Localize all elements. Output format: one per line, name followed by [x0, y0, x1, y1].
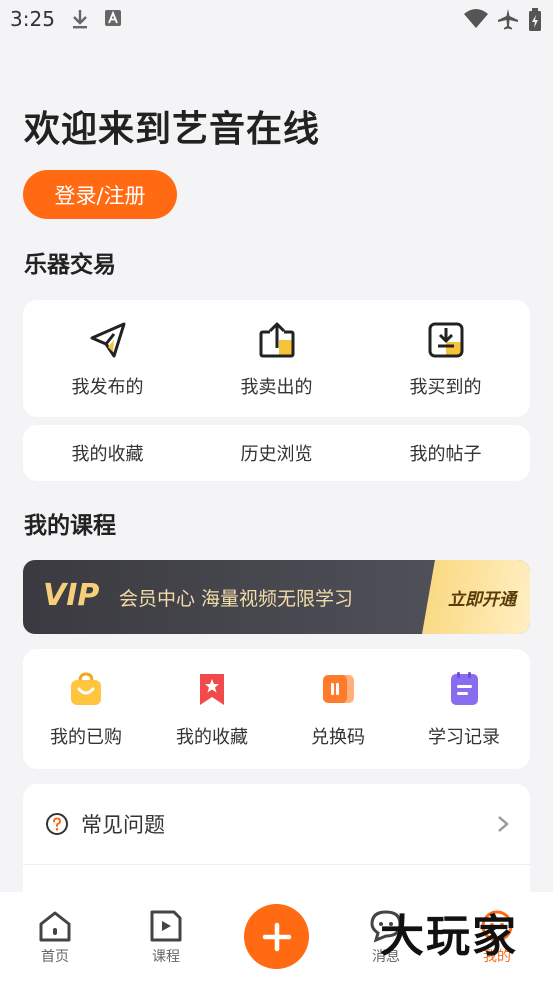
trade-item-sold[interactable]: 我卖出的 — [192, 300, 361, 417]
vip-banner[interactable]: VIP 会员中心 海量视频无限学习 立即开通 — [23, 560, 530, 634]
bookmark-star-icon — [200, 674, 224, 705]
watermark: 大玩家 — [380, 911, 518, 962]
chevron-right-icon — [498, 816, 509, 832]
trade-item-label: 我买到的 — [409, 377, 482, 398]
divider — [23, 864, 530, 865]
trade-item-published[interactable]: 我发布的 — [23, 300, 192, 417]
upload-box-icon — [259, 322, 294, 358]
course-item-study-record[interactable]: 学习记录 — [401, 649, 527, 769]
publish-button[interactable] — [244, 904, 309, 969]
trade-item-label: 我卖出的 — [240, 377, 313, 398]
play-doc-icon — [150, 910, 182, 942]
course-item-redeem-code[interactable]: 兑换码 — [275, 649, 401, 769]
status-time: 3:25 — [10, 7, 55, 31]
faq-row[interactable]: 常见问题 — [23, 784, 530, 864]
keyboard-status-icon — [105, 10, 121, 26]
shopping-bag-icon — [71, 672, 101, 705]
link-favorites[interactable]: 我的收藏 — [23, 425, 192, 481]
tab-home[interactable]: 首页 — [10, 892, 100, 984]
trade-card: 我发布的 我卖出的 我买到的 — [23, 300, 530, 417]
plus-icon — [262, 922, 291, 951]
faq-label: 常见问题 — [81, 813, 165, 837]
tab-label: 课程 — [152, 949, 180, 965]
notebook-icon — [451, 672, 478, 705]
course-item-purchased[interactable]: 我的已购 — [23, 649, 149, 769]
faq-card: 常见问题 — [23, 784, 530, 904]
download-status-icon — [73, 10, 87, 29]
home-icon — [39, 911, 71, 942]
trade-item-label: 我发布的 — [71, 377, 144, 398]
coupon-icon — [323, 675, 354, 703]
courses-card: 我的已购 我的收藏 兑换码 学习记录 — [23, 649, 530, 769]
course-item-favorites[interactable]: 我的收藏 — [149, 649, 275, 769]
battery-icon — [529, 8, 541, 31]
tab-label: 首页 — [41, 949, 69, 965]
tab-courses[interactable]: 课程 — [121, 892, 211, 984]
link-history[interactable]: 历史浏览 — [192, 425, 361, 481]
course-item-label: 我的已购 — [50, 727, 122, 748]
vip-open-button[interactable]: 立即开通 — [422, 560, 530, 634]
course-item-label: 我的收藏 — [176, 727, 248, 748]
send-icon — [90, 322, 125, 358]
status-bar: 3:25 — [0, 0, 553, 40]
login-register-button[interactable]: 登录/注册 — [23, 170, 177, 219]
courses-section-title: 我的课程 — [24, 513, 116, 539]
welcome-title: 欢迎来到艺音在线 — [24, 109, 321, 150]
download-box-icon — [428, 322, 463, 358]
trade-item-bought[interactable]: 我买到的 — [361, 300, 530, 417]
question-circle-icon — [46, 813, 68, 835]
vip-logo: VIP — [43, 578, 100, 613]
vip-text: 会员中心 海量视频无限学习 — [119, 588, 354, 610]
link-my-posts[interactable]: 我的帖子 — [361, 425, 530, 481]
trade-links-card: 我的收藏 历史浏览 我的帖子 — [23, 425, 530, 481]
airplane-icon — [498, 9, 518, 30]
course-item-label: 兑换码 — [311, 727, 365, 748]
course-item-label: 学习记录 — [428, 727, 500, 748]
wifi-icon — [464, 9, 488, 28]
trade-section-title: 乐器交易 — [24, 252, 116, 278]
